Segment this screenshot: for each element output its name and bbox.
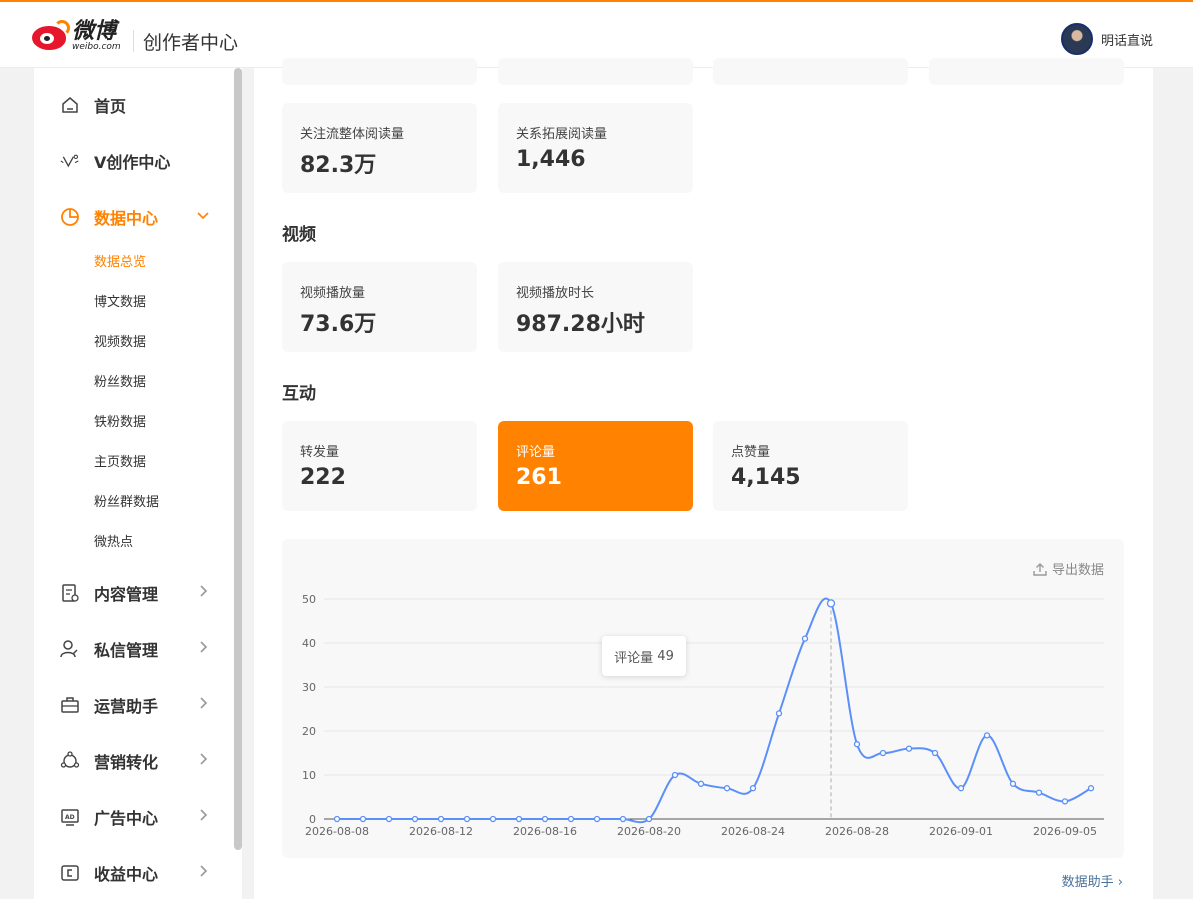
main-content: 关注流整体阅读量 82.3万 关系拓展阅读量 1,446 视频 视频播放量 73…: [254, 58, 1153, 899]
data-helper-label: 数据助手: [1061, 875, 1114, 890]
section-title-interaction: 互动: [282, 384, 316, 404]
chart-tooltip: 评论量 49: [602, 636, 686, 676]
stat-value: 73.6万: [300, 312, 377, 337]
weibo-logo[interactable]: 微博 weibo.com: [32, 20, 121, 52]
stat-card-partial[interactable]: [929, 58, 1124, 85]
sub-item-fans-data[interactable]: 粉丝数据: [94, 371, 146, 390]
stat-value: 1,446: [516, 147, 586, 172]
stat-value: 987.28小时: [516, 312, 645, 337]
stat-card-likes[interactable]: 点赞量 4,145: [713, 421, 908, 511]
chevron-right-icon: [196, 752, 210, 770]
sidebar-item-messages[interactable]: 私信管理: [34, 629, 234, 669]
sidebar-item-marketing[interactable]: 营销转化: [34, 741, 234, 781]
sidebar-item-label: 首页: [94, 97, 127, 116]
sub-item-data-overview[interactable]: 数据总览: [94, 251, 146, 270]
app-title: 创作者中心: [143, 32, 239, 54]
stat-card-video-plays[interactable]: 视频播放量 73.6万: [282, 262, 477, 352]
sidebar-item-v-creator[interactable]: V创作中心: [34, 141, 234, 181]
chevron-down-icon: [196, 208, 210, 226]
sidebar-item-revenue[interactable]: 收益中心: [34, 853, 234, 893]
stat-label: 转发量: [300, 445, 340, 460]
sidebar-item-label: 运营助手: [94, 697, 159, 716]
chevron-right-icon: [196, 696, 210, 714]
sidebar-item-home[interactable]: 首页: [34, 85, 234, 125]
logo-domain: weibo.com: [72, 42, 121, 52]
stat-card-comments[interactable]: 评论量 261: [498, 421, 693, 511]
stat-label: 评论量: [516, 445, 556, 460]
stat-value: 82.3万: [300, 153, 377, 178]
chevron-right-icon: [196, 640, 210, 658]
sub-item-homepage-data[interactable]: 主页数据: [94, 451, 146, 470]
stat-label: 点赞量: [731, 445, 771, 460]
logo-divider: [133, 30, 134, 52]
export-data-button[interactable]: 导出数据: [1032, 559, 1104, 578]
data-helper-link[interactable]: 数据助手 ›: [1062, 871, 1123, 890]
sidebar-item-label: 数据中心: [94, 209, 159, 228]
pie-chart-icon: [60, 207, 80, 227]
chevron-right-icon: [196, 584, 210, 602]
stat-value: 222: [300, 465, 346, 490]
logo-text: 微博: [72, 18, 117, 44]
stat-label: 视频播放时长: [516, 286, 595, 301]
upload-icon: [1033, 562, 1047, 576]
stat-label: 视频播放量: [300, 286, 366, 301]
sidebar-item-label: 广告中心: [94, 809, 159, 828]
stat-card-partial[interactable]: [498, 58, 693, 85]
stat-value: 4,145: [731, 465, 801, 490]
chevron-right-icon: [196, 864, 210, 882]
sidebar-item-label: 营销转化: [94, 753, 159, 772]
stat-card-relation-read[interactable]: 关系拓展阅读量 1,446: [498, 103, 693, 193]
sub-item-fan-group-data[interactable]: 粉丝群数据: [94, 491, 159, 510]
section-title-video: 视频: [282, 225, 316, 245]
sidebar-item-label: 内容管理: [94, 585, 159, 604]
sidebar-scrollbar[interactable]: [234, 68, 242, 850]
tooltip-label: 评论量: [614, 650, 654, 666]
v-creator-icon: [60, 151, 80, 171]
sidebar: 首页 V创作中心 数据中心 数据总览 博文数据 视频数据 粉丝数据 铁粉数据 主…: [34, 68, 242, 899]
export-label: 导出数据: [1051, 563, 1104, 578]
chart-panel: 导出数据: [282, 539, 1124, 858]
wallet-icon: [60, 863, 80, 883]
user-menu[interactable]: 明话直说: [1060, 23, 1153, 55]
sidebar-item-data-center[interactable]: 数据中心: [34, 197, 234, 237]
weibo-eye-icon: [32, 20, 70, 50]
home-icon: [60, 95, 80, 115]
user-message-icon: [60, 639, 80, 659]
sub-item-post-data[interactable]: 博文数据: [94, 291, 146, 310]
share-triangle-icon: [60, 751, 80, 771]
user-name[interactable]: 明话直说: [1101, 30, 1153, 49]
stat-card-partial[interactable]: [713, 58, 908, 85]
stat-card-reposts[interactable]: 转发量 222: [282, 421, 477, 511]
sub-item-iron-fans-data[interactable]: 铁粉数据: [94, 411, 146, 430]
stat-label: 关系拓展阅读量: [516, 127, 608, 142]
chevron-right-icon: ›: [1117, 875, 1123, 890]
sidebar-item-ads[interactable]: AD 广告中心: [34, 797, 234, 837]
sidebar-item-operations[interactable]: 运营助手: [34, 685, 234, 725]
sidebar-item-content[interactable]: 内容管理: [34, 573, 234, 613]
stat-card-follow-read[interactable]: 关注流整体阅读量 82.3万: [282, 103, 477, 193]
sidebar-item-label: V创作中心: [94, 153, 171, 172]
sidebar-item-label: 私信管理: [94, 641, 159, 660]
briefcase-icon: [60, 695, 80, 715]
sub-item-hot-topics[interactable]: 微热点: [94, 531, 133, 550]
stat-card-video-duration[interactable]: 视频播放时长 987.28小时: [498, 262, 693, 352]
avatar[interactable]: [1060, 23, 1093, 55]
ad-icon: AD: [60, 807, 80, 827]
stat-label: 关注流整体阅读量: [300, 127, 405, 142]
svg-text:AD: AD: [65, 814, 75, 821]
sidebar-item-label: 收益中心: [94, 865, 159, 884]
chevron-right-icon: [196, 808, 210, 826]
sub-item-video-data[interactable]: 视频数据: [94, 331, 146, 350]
stat-card-partial[interactable]: [282, 58, 477, 85]
stat-value: 261: [516, 465, 562, 490]
document-icon: [60, 583, 80, 603]
tooltip-value: 49: [657, 648, 674, 664]
